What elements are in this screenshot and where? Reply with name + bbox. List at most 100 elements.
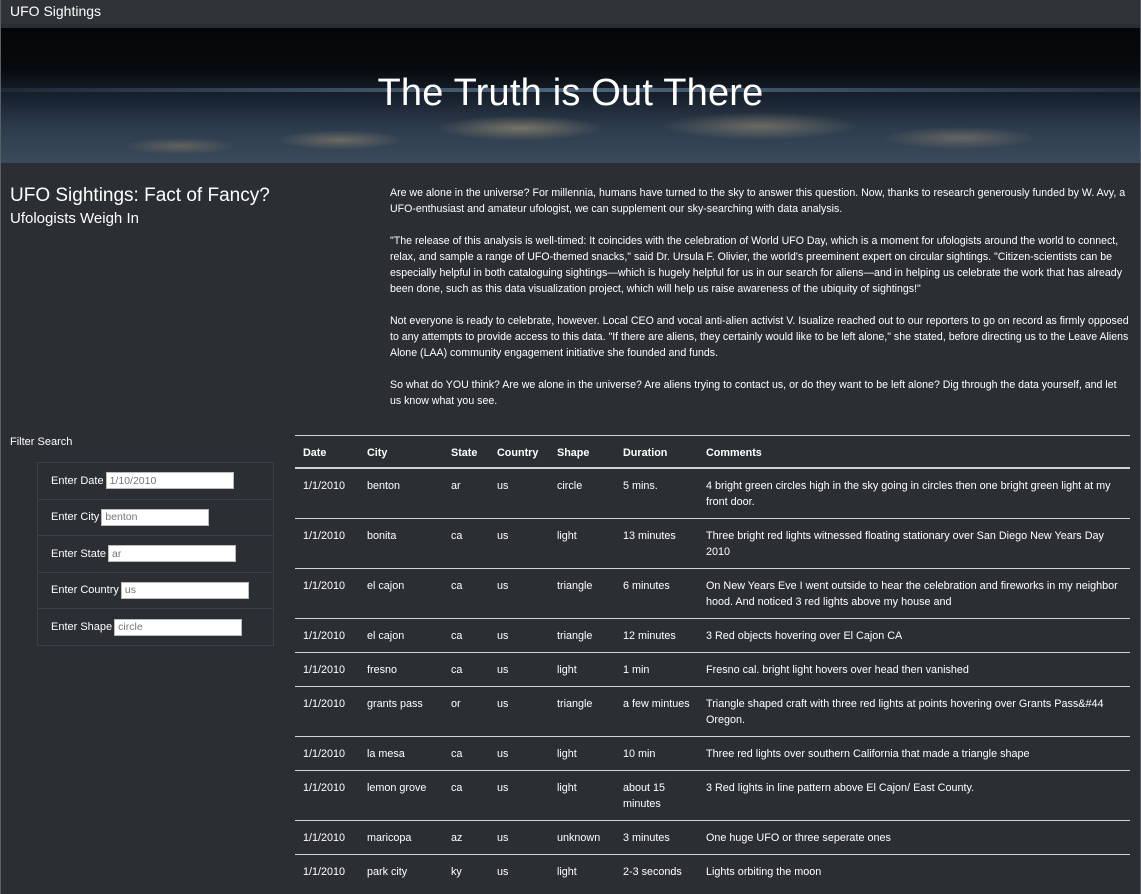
- cell-duration: 12 minutes: [615, 618, 698, 653]
- cell-shape: circle: [549, 467, 615, 519]
- cell-city: bonita: [359, 518, 443, 569]
- table-row: 1/1/2010 lemon grove ca us light about 1…: [295, 770, 1130, 821]
- cell-country: us: [489, 686, 549, 737]
- date-filter-input[interactable]: [105, 472, 234, 490]
- state-filter-label: Enter State: [51, 547, 107, 560]
- cell-city: fresno: [359, 652, 443, 687]
- filter-item-shape: Enter Shape: [38, 609, 273, 646]
- shape-filter-input[interactable]: [114, 618, 243, 636]
- cell-date: 1/1/2010: [295, 770, 359, 821]
- cell-comments: Triangle shaped craft with three red lig…: [698, 686, 1130, 737]
- cell-shape: triangle: [549, 568, 615, 619]
- table-row: 1/1/2010 maricopa az us unknown 3 minute…: [295, 820, 1130, 855]
- filter-search-title: Filter Search: [10, 436, 73, 448]
- cell-duration: 13 minutes: [615, 518, 698, 569]
- table-row: 1/1/2010 fresno ca us light 1 min Fresno…: [295, 652, 1130, 687]
- cell-state: ca: [443, 736, 489, 771]
- cell-comments: Three red lights over southern Californi…: [698, 736, 1130, 771]
- cell-city: lemon grove: [359, 770, 443, 821]
- cell-comments: On New Years Eve I went outside to hear …: [698, 568, 1130, 619]
- cell-shape: triangle: [549, 686, 615, 737]
- cell-country: us: [489, 518, 549, 569]
- cell-shape: unknown: [549, 820, 615, 855]
- cell-city: benton: [359, 467, 443, 519]
- cell-state: ca: [443, 568, 489, 619]
- cell-state: ca: [443, 518, 489, 569]
- cell-shape: light: [549, 736, 615, 771]
- cell-comments: 4 bright green circles high in the sky g…: [698, 467, 1130, 519]
- cell-shape: light: [549, 518, 615, 569]
- country-filter-input[interactable]: [120, 581, 249, 599]
- navbar: UFO Sightings: [0, 0, 1141, 24]
- column-header-duration: Duration: [615, 435, 698, 469]
- cell-city: maricopa: [359, 820, 443, 855]
- hero-title: The Truth is Out There: [377, 72, 764, 114]
- cell-duration: 1 min: [615, 652, 698, 687]
- cell-comments: One huge UFO or three seperate ones: [698, 820, 1130, 855]
- filter-list: Enter Date Enter City Enter State Enter …: [37, 462, 274, 646]
- cell-country: us: [489, 770, 549, 821]
- table-body: 1/1/2010 benton ar us circle 5 mins. 4 b…: [295, 467, 1130, 888]
- table-row: 1/1/2010 grants pass or us triangle a fe…: [295, 686, 1130, 737]
- column-header-country: Country: [489, 435, 549, 469]
- article-paragraph: "The release of this analysis is well-ti…: [390, 235, 1122, 295]
- cell-date: 1/1/2010: [295, 652, 359, 687]
- cell-date: 1/1/2010: [295, 518, 359, 569]
- filter-item-city: Enter City: [38, 500, 273, 536]
- cell-date: 1/1/2010: [295, 820, 359, 855]
- cell-state: or: [443, 686, 489, 737]
- cell-duration: about 15 minutes: [615, 770, 698, 821]
- column-header-date: Date: [295, 435, 359, 469]
- article-heading: UFO Sightings: Fact of Fancy? Ufologists…: [10, 185, 270, 227]
- cell-city: la mesa: [359, 736, 443, 771]
- cell-date: 1/1/2010: [295, 568, 359, 619]
- cell-country: us: [489, 854, 549, 888]
- cell-date: 1/1/2010: [295, 686, 359, 737]
- date-filter-label: Enter Date: [51, 474, 104, 487]
- page-subtitle: Ufologists Weigh In: [10, 210, 139, 227]
- cell-city: el cajon: [359, 618, 443, 653]
- hero-banner: The Truth is Out There: [0, 28, 1141, 163]
- cell-country: us: [489, 568, 549, 619]
- cell-shape: light: [549, 652, 615, 687]
- cell-comments: Three bright red lights witnessed floati…: [698, 518, 1130, 569]
- cell-comments: Fresno cal. bright light hovers over hea…: [698, 652, 1130, 687]
- cell-city: el cajon: [359, 568, 443, 619]
- article-paragraph: Are we alone in the universe? For millen…: [390, 187, 1126, 215]
- cell-state: ar: [443, 467, 489, 519]
- table-row: 1/1/2010 bonita ca us light 13 minutes T…: [295, 518, 1130, 569]
- cell-shape: triangle: [549, 618, 615, 653]
- ufo-table: Date City State Country Shape Duration C…: [295, 435, 1130, 888]
- cell-comments: Lights orbiting the moon: [698, 854, 1130, 888]
- cell-state: ca: [443, 618, 489, 653]
- column-header-city: City: [359, 435, 443, 469]
- state-filter-input[interactable]: [108, 545, 237, 563]
- cell-shape: light: [549, 854, 615, 888]
- cell-state: ca: [443, 652, 489, 687]
- cell-date: 1/1/2010: [295, 618, 359, 653]
- column-header-state: State: [443, 435, 489, 469]
- table-row: 1/1/2010 park city ky us light 2-3 secon…: [295, 854, 1130, 888]
- table-row: 1/1/2010 el cajon ca us triangle 12 minu…: [295, 618, 1130, 653]
- table-header-row: Date City State Country Shape Duration C…: [295, 435, 1130, 469]
- table-row: 1/1/2010 el cajon ca us triangle 6 minut…: [295, 568, 1130, 619]
- cell-country: us: [489, 820, 549, 855]
- city-filter-input[interactable]: [101, 508, 210, 526]
- cell-state: ca: [443, 770, 489, 821]
- cell-date: 1/1/2010: [295, 467, 359, 519]
- filter-item-state: Enter State: [38, 536, 273, 573]
- cell-duration: 2-3 seconds: [615, 854, 698, 888]
- navbar-brand-link[interactable]: UFO Sightings: [10, 3, 101, 19]
- cell-date: 1/1/2010: [295, 736, 359, 771]
- ufo-table-container[interactable]: Date City State Country Shape Duration C…: [295, 435, 1130, 894]
- cell-city: grants pass: [359, 686, 443, 737]
- cell-country: us: [489, 652, 549, 687]
- cell-comments: 3 Red objects hovering over El Cajon CA: [698, 618, 1130, 653]
- cell-duration: 3 minutes: [615, 820, 698, 855]
- article-paragraph: So what do YOU think? Are we alone in th…: [390, 379, 1117, 407]
- cell-shape: light: [549, 770, 615, 821]
- cell-country: us: [489, 618, 549, 653]
- cell-state: ky: [443, 854, 489, 888]
- filter-item-country: Enter Country: [38, 573, 273, 609]
- cell-duration: a few mintues: [615, 686, 698, 737]
